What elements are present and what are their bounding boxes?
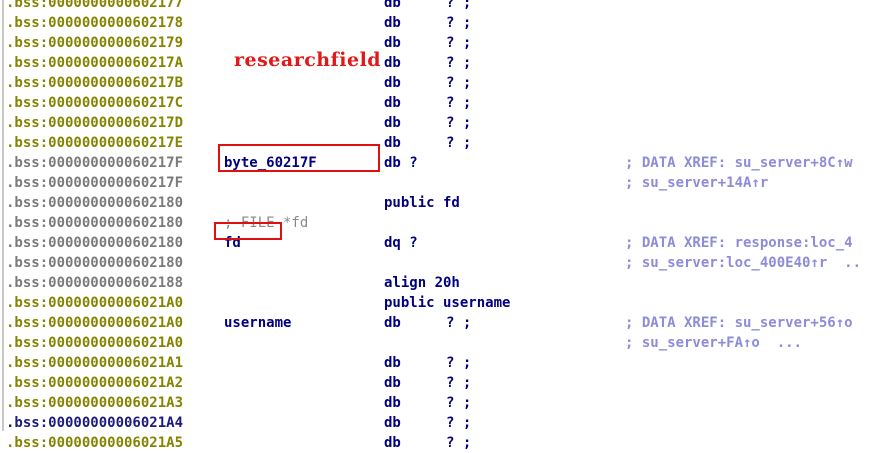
address-text: .bss:0000000000602180 — [6, 215, 184, 231]
address-text: .bss:0000000000602180 — [6, 195, 184, 211]
operand-text: ? ; — [446, 55, 472, 71]
instruction-text: db — [384, 15, 401, 31]
listing-row[interactable]: .bss:000000000060217B db ? ; — [0, 73, 894, 93]
address-text: .bss:000000000060217D — [6, 115, 184, 131]
listing-row[interactable]: .bss:0000000000602177 db ? ; — [0, 0, 894, 13]
listing-row[interactable]: .bss:00000000006021A0 ; su_server+FA↑o ..… — [0, 333, 894, 353]
listing-row[interactable]: .bss:00000000006021A4 db ? ; — [0, 413, 894, 433]
address-text: .bss:0000000000602180 — [6, 255, 184, 271]
address-text: .bss:00000000006021A2 — [6, 375, 184, 391]
listing-row[interactable]: .bss:0000000000602180; FILE *fd — [0, 213, 894, 233]
instruction-text: public username — [384, 295, 511, 311]
operand-text: ? ; — [446, 115, 472, 131]
listing-row[interactable]: .bss:00000000006021A0 username db ? ; ; DATA… — [0, 313, 894, 333]
operand-text: ? ; — [446, 95, 472, 111]
instruction-text: db — [384, 35, 401, 51]
address-text: .bss:0000000000602180 — [6, 235, 184, 251]
listing-row[interactable]: .bss:00000000006021A3 db ? ; — [0, 393, 894, 413]
address-text: .bss:0000000000602179 — [6, 35, 184, 51]
listing-row[interactable]: .bss:00000000006021A0 public username — [0, 293, 894, 313]
address-text: .bss:000000000060217F — [6, 155, 184, 171]
operand-text: ? ; — [446, 135, 472, 151]
listing-row[interactable]: .bss:000000000060217D db ? ; — [0, 113, 894, 133]
listing-row[interactable]: .bss:0000000000602180 ; su_server:loc_400… — [0, 253, 894, 273]
listing-row[interactable]: .bss:0000000000602188 align 20h — [0, 273, 894, 293]
operand-text: ? ; — [446, 15, 472, 31]
instruction-text: db ? — [384, 155, 418, 171]
address-text: .bss:000000000060217A — [6, 55, 184, 71]
instruction-text: align 20h — [384, 275, 460, 291]
address-text: .bss:00000000006021A0 — [6, 335, 184, 351]
label-text: username — [224, 315, 292, 331]
researchfield-annotation: researchfield — [234, 49, 382, 71]
address-text: .bss:00000000006021A1 — [6, 355, 184, 371]
operand-text: ? ; — [446, 75, 472, 91]
address-text: .bss:00000000006021A0 — [6, 315, 184, 331]
operand-text: ? ; — [446, 355, 472, 371]
operand-text: ? ; — [446, 395, 472, 411]
instruction-text: db — [384, 415, 401, 431]
operand-text: ? ; — [446, 0, 472, 11]
instruction-text: db — [384, 315, 401, 331]
instruction-text: db — [384, 95, 401, 111]
operand-text: ? ; — [446, 315, 472, 331]
comment-text: ; su_server+FA↑o ... — [625, 335, 803, 351]
instruction-text: db — [384, 75, 401, 91]
address-text: .bss:00000000006021A3 — [6, 395, 184, 411]
listing-row[interactable]: .bss:000000000060217E db ? ; — [0, 133, 894, 153]
instruction-text: db — [384, 115, 401, 131]
operand-text: ? ; — [446, 35, 472, 51]
listing-row[interactable]: .bss:0000000000602178 db ? ; — [0, 13, 894, 33]
address-text: .bss:0000000000602177 — [6, 0, 184, 11]
instruction-text: public fd — [384, 195, 460, 211]
comment-text: ; DATA XREF: su_server+8C↑w — [625, 155, 853, 171]
address-text: .bss:0000000000602188 — [6, 275, 184, 291]
address-text: .bss:00000000006021A0 — [6, 295, 184, 311]
listing-row[interactable]: .bss:0000000000602179 db ? ; — [0, 33, 894, 53]
operand-text: ? ; — [446, 415, 472, 431]
address-text: .bss:000000000060217E — [6, 135, 184, 151]
listing-row[interactable]: .bss:000000000060217A db ? ; — [0, 53, 894, 73]
listing-row[interactable]: .bss:0000000000602180 fd dq ?; DATA XREF: … — [0, 233, 894, 253]
listing-row[interactable]: .bss:000000000060217F ; su_server+14A↑r — [0, 173, 894, 193]
listing-row[interactable]: .bss:00000000006021A5 db ? ; — [0, 433, 894, 453]
instruction-text: db — [384, 0, 401, 11]
listing-row[interactable]: .bss:000000000060217C db ? ; — [0, 93, 894, 113]
address-text: .bss:00000000006021A4 — [6, 415, 184, 431]
address-text: .bss:000000000060217B — [6, 75, 184, 91]
instruction-text: dq ? — [384, 235, 418, 251]
comment-text: ; DATA XREF: response:loc_4 — [625, 235, 853, 251]
address-text: .bss:000000000060217C — [6, 95, 184, 111]
comment-text: ; su_server:loc_400E40↑r .. — [625, 255, 862, 271]
operand-text: ? ; — [446, 435, 472, 451]
instruction-text: db — [384, 355, 401, 371]
listing-row[interactable]: .bss:000000000060217F byte_60217F db ?; DA… — [0, 153, 894, 173]
address-text: .bss:00000000006021A5 — [6, 435, 184, 451]
instruction-text: db — [384, 55, 401, 71]
instruction-text: db — [384, 395, 401, 411]
comment-text: ; DATA XREF: su_server+56↑o — [625, 315, 853, 331]
highlight-box-fd-label — [214, 222, 282, 240]
listing-row[interactable]: .bss:0000000000602180 public fd — [0, 193, 894, 213]
instruction-text: db — [384, 375, 401, 391]
address-text: .bss:0000000000602178 — [6, 15, 184, 31]
instruction-text: db — [384, 435, 401, 451]
highlight-box-byte-label — [218, 144, 380, 172]
listing-row[interactable]: .bss:00000000006021A2 db ? ; — [0, 373, 894, 393]
listing-row[interactable]: .bss:00000000006021A1 db ? ; — [0, 353, 894, 373]
instruction-text: db — [384, 135, 401, 151]
comment-text: ; su_server+14A↑r — [625, 175, 769, 191]
address-text: .bss:000000000060217F — [6, 175, 184, 191]
operand-text: ? ; — [446, 375, 472, 391]
disassembly-listing[interactable]: .bss:0000000000602177 db? ; .bss:000000000… — [0, 0, 894, 451]
